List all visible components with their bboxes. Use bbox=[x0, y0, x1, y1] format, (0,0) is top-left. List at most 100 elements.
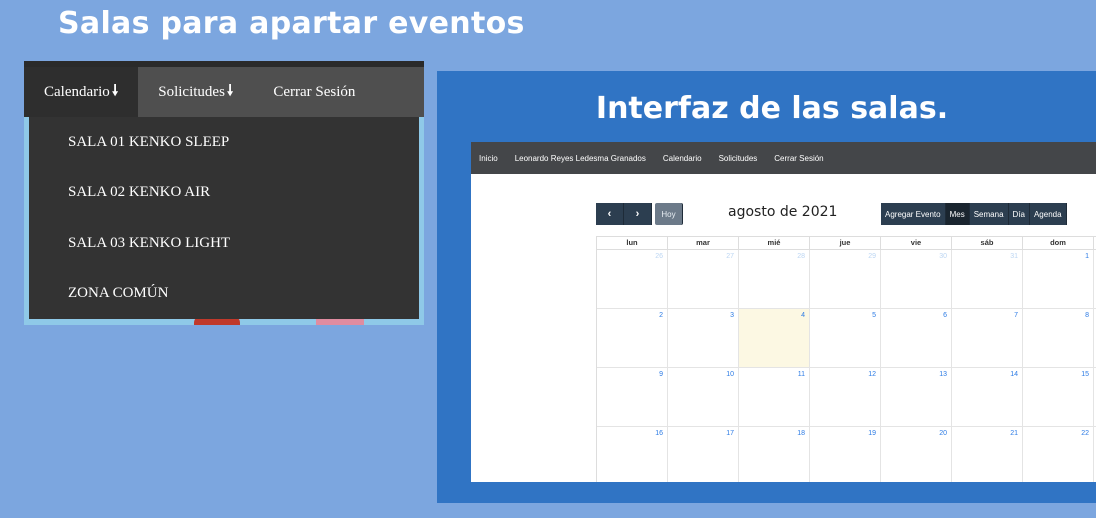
add-event-button[interactable]: Agregar Evento bbox=[881, 203, 946, 225]
day-cell[interactable]: 17 bbox=[668, 427, 739, 482]
month-title: agosto de 2021 bbox=[728, 204, 838, 220]
week-row: 2 3 4 5 6 7 8 bbox=[597, 309, 1096, 368]
day-number: 10 bbox=[726, 371, 734, 378]
day-cell[interactable]: 11 bbox=[739, 368, 810, 426]
month-grid: lun mar mié jue vie sáb dom 26 27 28 29 30 31… bbox=[596, 236, 1096, 482]
view-day-button[interactable]: Día bbox=[1008, 203, 1030, 225]
day-number: 31 bbox=[1010, 253, 1018, 260]
next-button[interactable]: › bbox=[624, 203, 652, 225]
tab-cerrar-sesion-label: Cerrar Sesión bbox=[273, 83, 356, 100]
day-number: 9 bbox=[659, 371, 663, 378]
prev-next-group: ‹ › bbox=[596, 203, 652, 225]
day-number: 5 bbox=[872, 312, 876, 319]
day-cell[interactable]: 8 bbox=[1023, 309, 1094, 367]
arrow-down-icon: 🠗 bbox=[226, 82, 234, 99]
day-cell[interactable]: 21 bbox=[952, 427, 1023, 482]
prev-button[interactable]: ‹ bbox=[596, 203, 624, 225]
nav-inicio[interactable]: Inicio bbox=[479, 154, 498, 163]
day-number: 1 bbox=[1085, 253, 1089, 260]
day-cell[interactable]: 3 bbox=[668, 309, 739, 367]
tab-calendario-label: Calendario bbox=[44, 83, 110, 100]
week-row: 9 10 11 12 13 14 15 bbox=[597, 368, 1096, 427]
day-number: 22 bbox=[1081, 430, 1089, 437]
day-cell[interactable]: 12 bbox=[810, 368, 881, 426]
day-cell[interactable]: 13 bbox=[881, 368, 952, 426]
day-number: 18 bbox=[797, 430, 805, 437]
weekday-label: jue bbox=[810, 237, 881, 249]
day-number: 19 bbox=[868, 430, 876, 437]
day-cell[interactable]: 6 bbox=[881, 309, 952, 367]
menu-item-zona-comun[interactable]: ZONA COMÚN bbox=[29, 269, 419, 320]
day-number: 4 bbox=[801, 312, 805, 319]
day-cell[interactable]: 14 bbox=[952, 368, 1023, 426]
day-number: 11 bbox=[797, 371, 805, 378]
tab-calendario[interactable]: Calendario 🠗 bbox=[24, 67, 139, 117]
day-number: 30 bbox=[939, 253, 947, 260]
day-cell[interactable]: 10 bbox=[668, 368, 739, 426]
day-cell[interactable]: 2 bbox=[597, 309, 668, 367]
tab-solicitudes[interactable]: Solicitudes 🠗 bbox=[138, 67, 253, 117]
day-cell[interactable]: 26 bbox=[597, 250, 668, 308]
slide-title: Salas para apartar eventos bbox=[58, 6, 525, 41]
day-cell[interactable]: 18 bbox=[739, 427, 810, 482]
tab-solicitudes-label: Solicitudes bbox=[158, 83, 225, 100]
weekday-label: vie bbox=[881, 237, 952, 249]
arrow-down-icon: 🠗 bbox=[111, 82, 119, 99]
day-cell[interactable]: 9 bbox=[597, 368, 668, 426]
calendar-screenshot: Interfaz de las salas. Inicio Leonardo R… bbox=[437, 71, 1096, 503]
day-number: 7 bbox=[1014, 312, 1018, 319]
calendar-toolbar: ‹ › Hoy agosto de 2021 Agregar Evento Me… bbox=[471, 203, 1096, 225]
day-number: 26 bbox=[655, 253, 663, 260]
day-number: 28 bbox=[797, 253, 805, 260]
day-number: 3 bbox=[730, 312, 734, 319]
weekday-label: lun bbox=[597, 237, 668, 249]
nav-solicitudes[interactable]: Solicitudes bbox=[719, 154, 758, 163]
day-cell[interactable]: 15 bbox=[1023, 368, 1094, 426]
day-number: 16 bbox=[655, 430, 663, 437]
calendario-dropdown: SALA 01 KENKO SLEEP SALA 02 KENKO AIR SA… bbox=[29, 117, 419, 319]
day-number: 6 bbox=[943, 312, 947, 319]
menu-item-sala-02[interactable]: SALA 02 KENKO AIR bbox=[29, 168, 419, 219]
nav-calendario[interactable]: Calendario bbox=[663, 154, 702, 163]
day-number: 29 bbox=[868, 253, 876, 260]
view-week-button[interactable]: Semana bbox=[969, 203, 1009, 225]
top-navbar: Inicio Leonardo Reyes Ledesma Granados C… bbox=[471, 142, 1096, 174]
day-cell[interactable]: 20 bbox=[881, 427, 952, 482]
menu-item-sala-01[interactable]: SALA 01 KENKO SLEEP bbox=[29, 117, 419, 168]
view-agenda-button[interactable]: Agenda bbox=[1029, 203, 1067, 225]
nav-user-name[interactable]: Leonardo Reyes Ledesma Granados bbox=[515, 154, 646, 163]
day-cell[interactable]: 5 bbox=[810, 309, 881, 367]
day-cell[interactable]: 28 bbox=[739, 250, 810, 308]
day-cell[interactable]: 16 bbox=[597, 427, 668, 482]
weekday-label: dom bbox=[1023, 237, 1094, 249]
menu-topbar: Calendario 🠗 Solicitudes 🠗 Cerrar Sesión bbox=[24, 61, 424, 117]
day-cell[interactable]: 19 bbox=[810, 427, 881, 482]
day-number: 13 bbox=[939, 371, 947, 378]
day-number: 8 bbox=[1085, 312, 1089, 319]
weekday-label: mar bbox=[668, 237, 739, 249]
day-cell[interactable]: 1 bbox=[1023, 250, 1094, 308]
view-month-button[interactable]: Mes bbox=[945, 203, 970, 225]
day-cell[interactable]: 22 bbox=[1023, 427, 1094, 482]
day-number: 2 bbox=[659, 312, 663, 319]
day-number: 14 bbox=[1010, 371, 1018, 378]
menu-item-sala-03[interactable]: SALA 03 KENKO LIGHT bbox=[29, 218, 419, 269]
day-cell[interactable]: 29 bbox=[810, 250, 881, 308]
day-cell[interactable]: 30 bbox=[881, 250, 952, 308]
weekday-label: sáb bbox=[952, 237, 1023, 249]
day-cell[interactable]: 27 bbox=[668, 250, 739, 308]
day-cell[interactable]: 31 bbox=[952, 250, 1023, 308]
week-row: 26 27 28 29 30 31 1 bbox=[597, 250, 1096, 309]
day-number: 21 bbox=[1010, 430, 1018, 437]
day-cell[interactable]: 4 bbox=[739, 309, 810, 367]
view-buttons-group: Agregar Evento Mes Semana Día Agenda bbox=[881, 203, 1067, 225]
nav-cerrar-sesion[interactable]: Cerrar Sesión bbox=[774, 154, 823, 163]
weekday-header: lun mar mié jue vie sáb dom bbox=[597, 236, 1096, 250]
day-cell[interactable]: 7 bbox=[952, 309, 1023, 367]
weeks-container: 26 27 28 29 30 31 1 2 3 4 5 6 7 8 9 10 11 12 13 14 15 16 17 18 1… bbox=[597, 250, 1096, 482]
tab-cerrar-sesion[interactable]: Cerrar Sesión bbox=[253, 67, 375, 117]
day-number: 12 bbox=[868, 371, 876, 378]
interface-heading: Interfaz de las salas. bbox=[595, 91, 949, 126]
today-button[interactable]: Hoy bbox=[655, 203, 683, 225]
menu-screenshot: Calendario 🠗 Solicitudes 🠗 Cerrar Sesión S… bbox=[24, 61, 424, 325]
